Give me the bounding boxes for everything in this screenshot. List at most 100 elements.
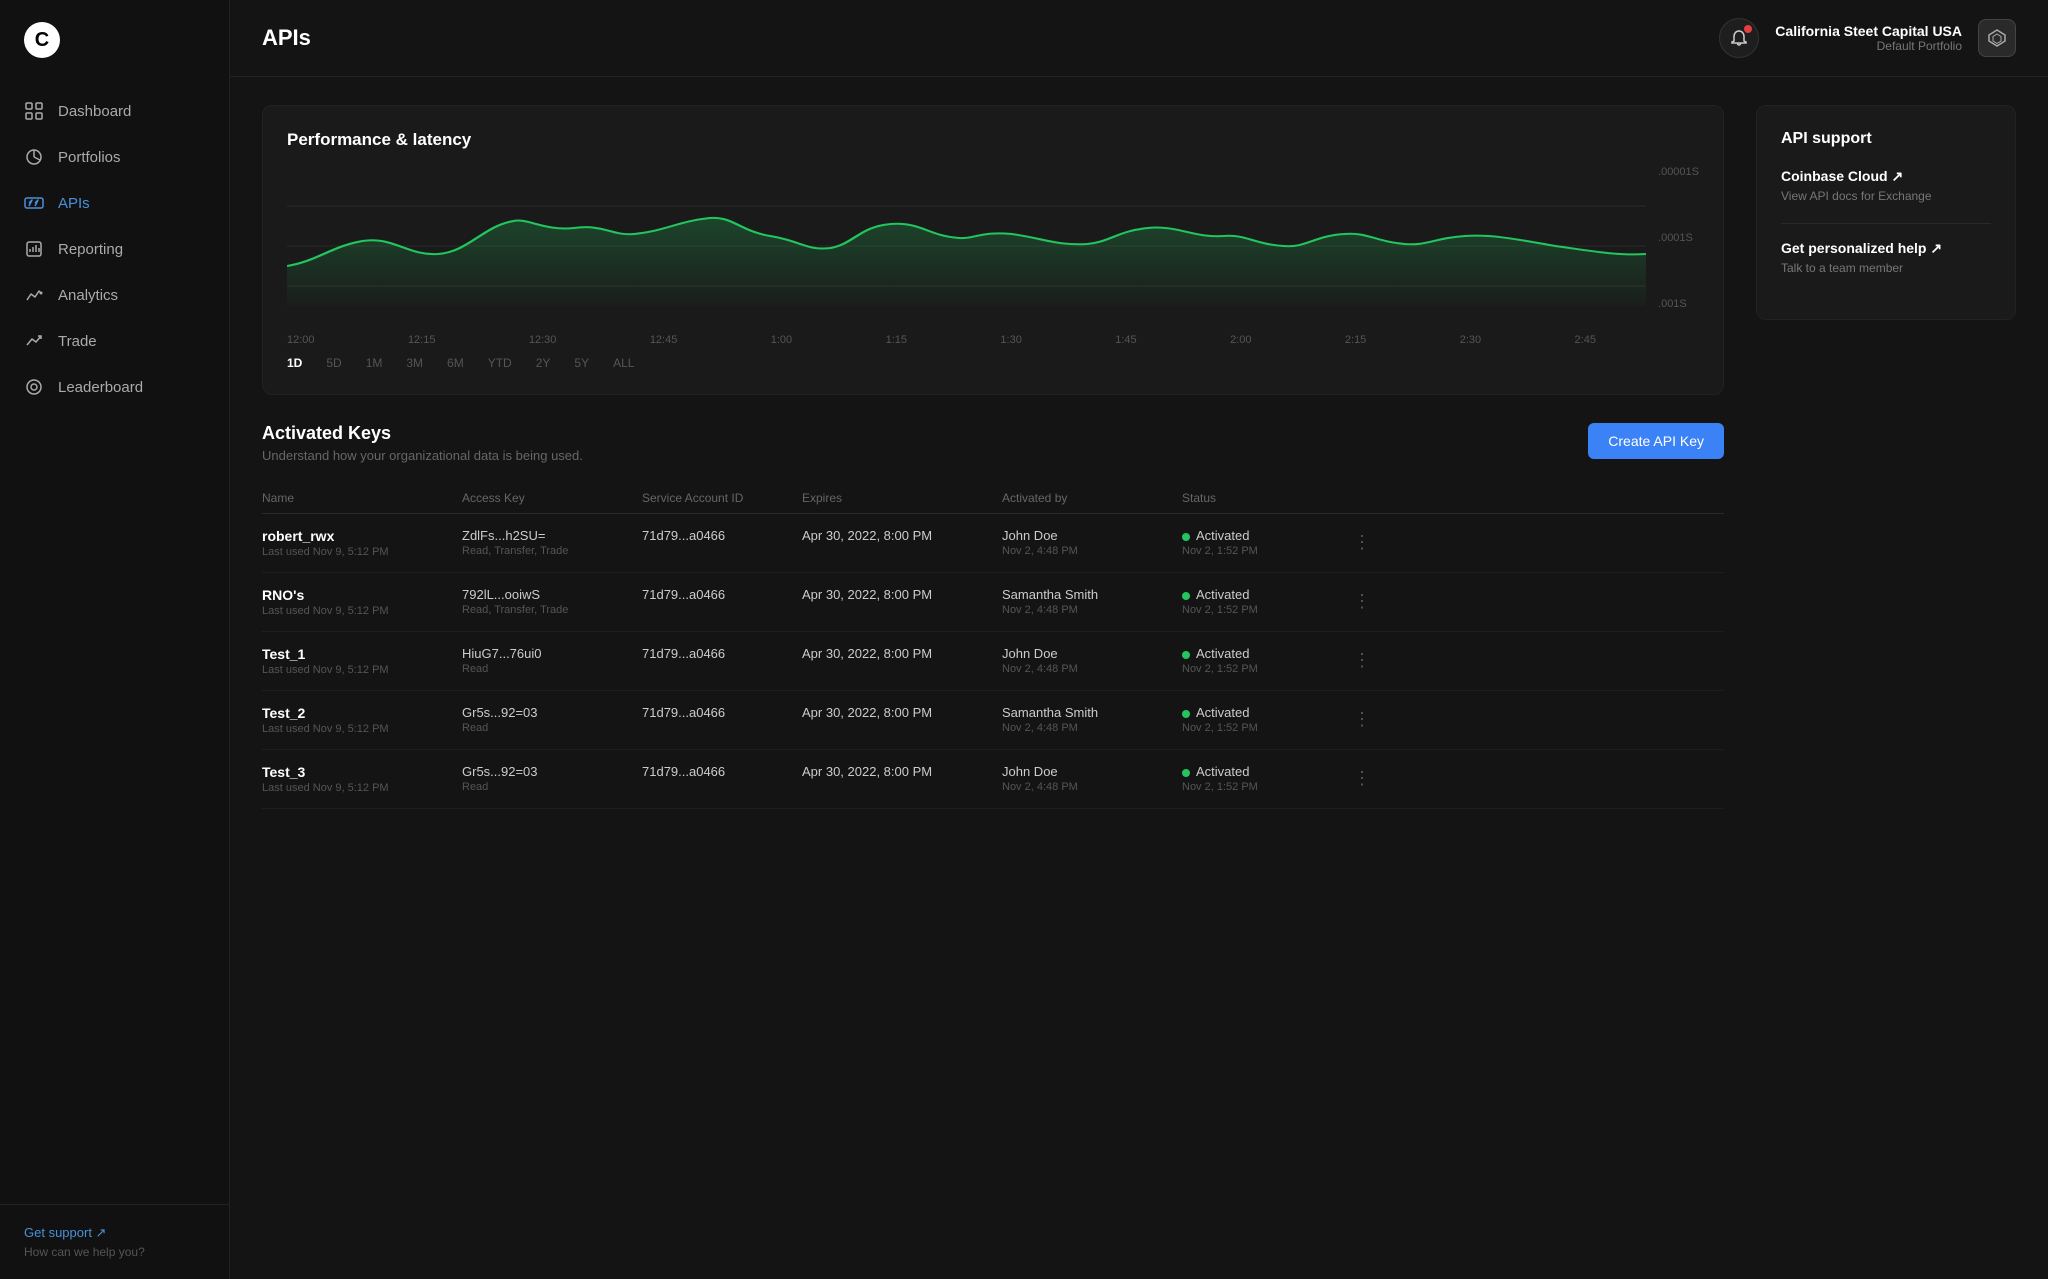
sidebar-item-trade[interactable]: Trade [0, 318, 229, 364]
cell-name-1: RNO's Last used Nov 9, 5:12 PM [262, 587, 462, 617]
table-row: Test_3 Last used Nov 9, 5:12 PM Gr5s...9… [262, 750, 1724, 809]
coinbase-cloud-link[interactable]: Coinbase Cloud ↗ [1781, 168, 1991, 185]
coinbase-cloud-block: Coinbase Cloud ↗ View API docs for Excha… [1781, 168, 1991, 203]
cell-status-1: Activated Nov 2, 1:52 PM [1182, 587, 1342, 616]
cell-expires-2: Apr 30, 2022, 8:00 PM [802, 646, 1002, 661]
sidebar-item-label-trade: Trade [58, 333, 97, 350]
main-area: APIs California Steet Capital USA Defaul… [230, 0, 2048, 1279]
period-tab-ytd[interactable]: YTD [488, 356, 512, 370]
row-menu-button-2[interactable]: ⋮ [1342, 646, 1382, 671]
period-tab-1d[interactable]: 1D [287, 356, 302, 370]
y-label-bottom: .001S [1658, 298, 1699, 310]
table-row: robert_rwx Last used Nov 9, 5:12 PM ZdlF… [262, 514, 1724, 573]
sidebar-item-leaderboard[interactable]: Leaderboard [0, 364, 229, 410]
col-status: Status [1182, 491, 1342, 505]
avatar-button[interactable] [1978, 19, 2016, 57]
cell-service-2: 71d79...a0466 [642, 646, 802, 661]
sidebar-item-analytics[interactable]: Analytics [0, 272, 229, 318]
cell-key-0: ZdlFs...h2SU= Read, Transfer, Trade [462, 528, 642, 557]
cell-service-4: 71d79...a0466 [642, 764, 802, 779]
cell-activated-4: John Doe Nov 2, 4:48 PM [1002, 764, 1182, 793]
keys-title: Activated Keys [262, 423, 583, 444]
sidebar-item-label-dashboard: Dashboard [58, 103, 131, 120]
row-menu-button-1[interactable]: ⋮ [1342, 587, 1382, 612]
main-panel: Performance & latency [262, 105, 1724, 1251]
personalized-help-link[interactable]: Get personalized help ↗ [1781, 240, 1991, 257]
cell-activated-0: John Doe Nov 2, 4:48 PM [1002, 528, 1182, 557]
cell-expires-0: Apr 30, 2022, 8:00 PM [802, 528, 1002, 543]
chart-title: Performance & latency [287, 130, 1699, 150]
cell-activated-3: Samantha Smith Nov 2, 4:48 PM [1002, 705, 1182, 734]
sidebar-item-label-reporting: Reporting [58, 241, 123, 258]
create-api-key-button[interactable]: Create API Key [1588, 423, 1724, 459]
personalized-help-desc: Talk to a team member [1781, 261, 1991, 275]
y-label-mid: .0001S [1658, 232, 1699, 244]
trade-icon [24, 331, 44, 351]
cell-activated-1: Samantha Smith Nov 2, 4:48 PM [1002, 587, 1182, 616]
col-activated-by: Activated by [1002, 491, 1182, 505]
sidebar-item-reporting[interactable]: Reporting [0, 226, 229, 272]
col-name: Name [262, 491, 462, 505]
sidebar-logo: C [0, 0, 229, 80]
account-info: California Steet Capital USA Default Por… [1775, 23, 1962, 53]
cell-status-4: Activated Nov 2, 1:52 PM [1182, 764, 1342, 793]
keys-title-block: Activated Keys Understand how your organ… [262, 423, 583, 463]
cell-name-2: Test_1 Last used Nov 9, 5:12 PM [262, 646, 462, 676]
row-menu-button-3[interactable]: ⋮ [1342, 705, 1382, 730]
page-header: APIs California Steet Capital USA Defaul… [230, 0, 2048, 77]
api-keys-table: Name Access Key Service Account ID Expir… [262, 483, 1724, 809]
cell-activated-2: John Doe Nov 2, 4:48 PM [1002, 646, 1182, 675]
chart-time-labels: 12:00 12:15 12:30 12:45 1:00 1:15 1:30 1… [287, 334, 1646, 346]
period-tab-3m[interactable]: 3M [406, 356, 423, 370]
period-tab-all[interactable]: ALL [613, 356, 634, 370]
notification-button[interactable] [1719, 18, 1759, 58]
sidebar-item-portfolios[interactable]: Portfolios [0, 134, 229, 180]
right-panel: API support Coinbase Cloud ↗ View API do… [1756, 105, 2016, 1251]
activated-keys-section: Activated Keys Understand how your organ… [262, 423, 1724, 809]
cell-service-3: 71d79...a0466 [642, 705, 802, 720]
sidebar-item-dashboard[interactable]: Dashboard [0, 88, 229, 134]
sidebar-item-label-analytics: Analytics [58, 287, 118, 304]
period-tab-5d[interactable]: 5D [326, 356, 341, 370]
col-access-key: Access Key [462, 491, 642, 505]
cell-status-3: Activated Nov 2, 1:52 PM [1182, 705, 1342, 734]
period-tab-6m[interactable]: 6M [447, 356, 464, 370]
sidebar-nav: Dashboard Portfolios APIs [0, 80, 229, 1204]
sidebar-item-apis[interactable]: APIs [0, 180, 229, 226]
y-label-top: .00001S [1658, 166, 1699, 178]
cell-key-2: HiuG7...76ui0 Read [462, 646, 642, 675]
support-sub-text: How can we help you? [24, 1245, 205, 1259]
row-menu-button-4[interactable]: ⋮ [1342, 764, 1382, 789]
period-tab-5y[interactable]: 5Y [574, 356, 589, 370]
personalized-help-block: Get personalized help ↗ Talk to a team m… [1781, 240, 1991, 275]
get-support-link[interactable]: Get support ↗ [24, 1225, 205, 1241]
cell-name-0: robert_rwx Last used Nov 9, 5:12 PM [262, 528, 462, 558]
api-support-section: API support Coinbase Cloud ↗ View API do… [1756, 105, 2016, 320]
performance-chart-section: Performance & latency [262, 105, 1724, 395]
table-row: RNO's Last used Nov 9, 5:12 PM 792lL...o… [262, 573, 1724, 632]
cell-name-3: Test_2 Last used Nov 9, 5:12 PM [262, 705, 462, 735]
keys-subtitle: Understand how your organizational data … [262, 448, 583, 463]
period-tab-2y[interactable]: 2Y [536, 356, 551, 370]
table-row: Test_2 Last used Nov 9, 5:12 PM Gr5s...9… [262, 691, 1724, 750]
portfolios-icon [24, 147, 44, 167]
cell-expires-4: Apr 30, 2022, 8:00 PM [802, 764, 1002, 779]
sidebar-item-label-portfolios: Portfolios [58, 149, 121, 166]
apis-icon [24, 193, 44, 213]
row-menu-button-0[interactable]: ⋮ [1342, 528, 1382, 553]
cell-name-4: Test_3 Last used Nov 9, 5:12 PM [262, 764, 462, 794]
cell-status-2: Activated Nov 2, 1:52 PM [1182, 646, 1342, 675]
table-header: Name Access Key Service Account ID Expir… [262, 483, 1724, 514]
divider [1781, 223, 1991, 224]
cell-key-4: Gr5s...92=03 Read [462, 764, 642, 793]
cell-expires-1: Apr 30, 2022, 8:00 PM [802, 587, 1002, 602]
analytics-icon [24, 285, 44, 305]
sidebar-item-label-leaderboard: Leaderboard [58, 379, 143, 396]
cell-service-0: 71d79...a0466 [642, 528, 802, 543]
period-tab-1m[interactable]: 1M [366, 356, 383, 370]
leaderboard-icon [24, 377, 44, 397]
table-row: Test_1 Last used Nov 9, 5:12 PM HiuG7...… [262, 632, 1724, 691]
period-tabs: 1D 5D 1M 3M 6M YTD 2Y 5Y ALL [287, 356, 1646, 370]
dashboard-icon [24, 101, 44, 121]
api-support-title: API support [1781, 130, 1991, 148]
